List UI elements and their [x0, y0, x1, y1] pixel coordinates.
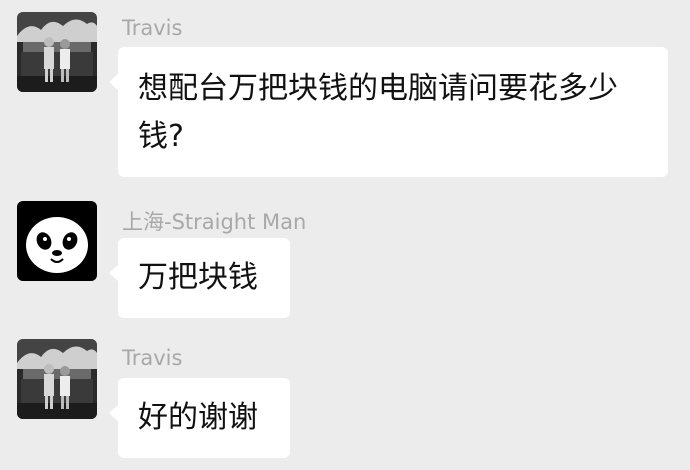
sender-name: Travis [122, 16, 183, 40]
message-bubble[interactable]: 万把块钱 [109, 238, 290, 318]
message-text: 好的谢谢 [138, 400, 258, 435]
avatar-straight-man[interactable] [17, 201, 97, 281]
panda-avatar-icon [17, 201, 97, 281]
avatar-travis[interactable] [17, 12, 97, 92]
avatar-travis[interactable] [17, 339, 97, 419]
message-bubble[interactable]: 好的谢谢 [109, 378, 290, 458]
photo-avatar-icon [17, 339, 97, 419]
message-text: 万把块钱 [138, 260, 258, 295]
chat-window: Travis 想配台万把块钱的电脑请问要花多少钱? 上海-Straight Ma… [0, 0, 690, 470]
message-bubble[interactable]: 想配台万把块钱的电脑请问要花多少钱? [109, 47, 668, 177]
sender-name: Travis [122, 346, 183, 370]
sender-name: 上海-Straight Man [122, 210, 307, 234]
photo-avatar-icon [17, 12, 97, 92]
message-text: 想配台万把块钱的电脑请问要花多少钱? [138, 71, 618, 154]
